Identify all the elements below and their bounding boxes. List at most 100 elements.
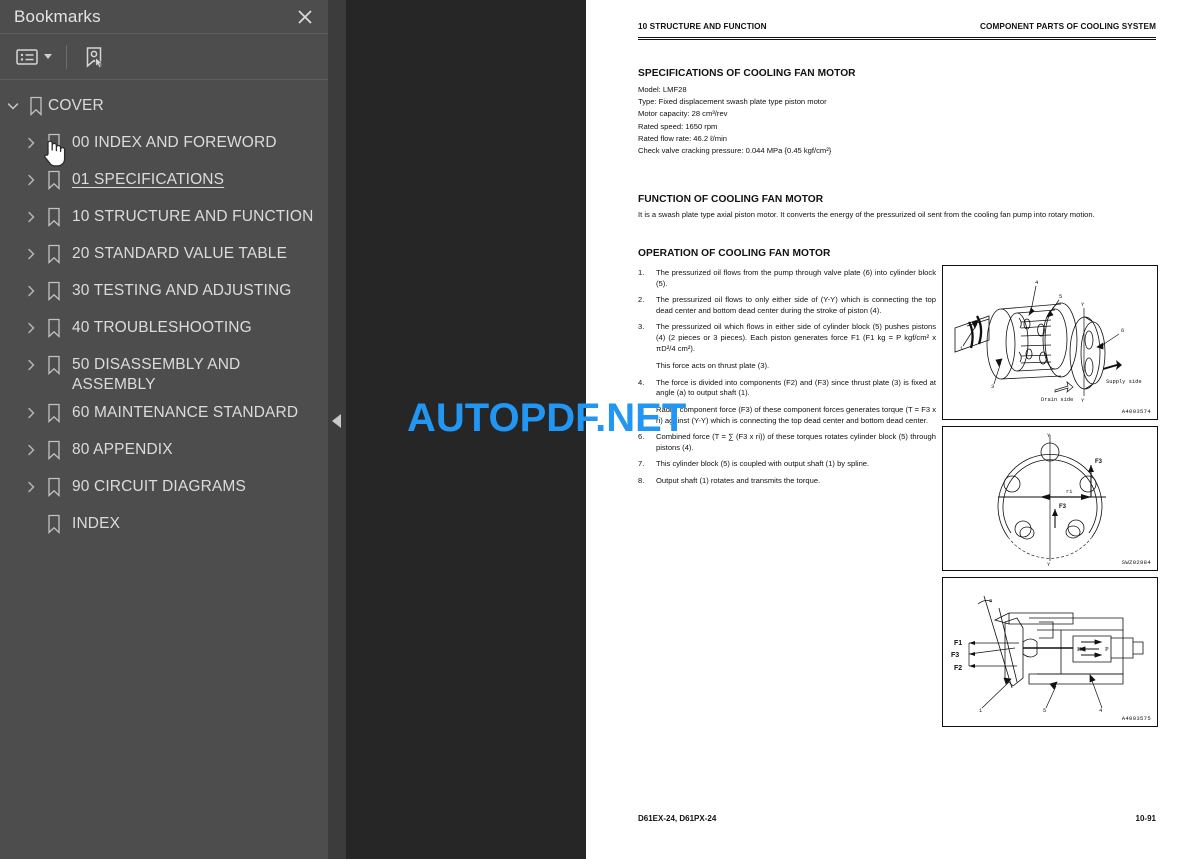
bookmarks-toolbar — [0, 34, 328, 80]
bookmark-label: 80 APPENDIX — [72, 441, 173, 458]
operation-item-text: The pressurized oil flows from the pump … — [656, 268, 936, 288]
bookmark-icon[interactable] — [24, 88, 48, 124]
chevron-right-icon[interactable] — [20, 395, 42, 431]
chevron-right-icon[interactable] — [20, 162, 42, 198]
bookmark-icon[interactable] — [42, 347, 66, 383]
bookmark-icon[interactable] — [42, 506, 66, 542]
bookmark-item[interactable]: 10 STRUCTURE AND FUNCTION — [0, 199, 328, 236]
running-head-right: COMPONENT PARTS OF COOLING SYSTEM — [980, 22, 1156, 31]
bookmark-item[interactable]: 80 APPENDIX — [0, 432, 328, 469]
running-head: 10 STRUCTURE AND FUNCTION COMPONENT PART… — [638, 22, 1156, 31]
svg-text:4: 4 — [1099, 708, 1102, 714]
bookmark-icon[interactable] — [42, 236, 66, 272]
bookmark-label: 30 TESTING AND ADJUSTING — [72, 282, 292, 299]
bookmark-item[interactable]: INDEX — [0, 506, 328, 543]
specification-line: Motor capacity: 28 cm³/rev — [638, 109, 728, 119]
svg-text:3: 3 — [991, 384, 994, 390]
bookmark-icon[interactable] — [42, 395, 66, 431]
operation-item-text: Output shaft (1) rotates and transmits t… — [656, 475, 821, 485]
operation-item-number: 4. — [638, 377, 645, 387]
chevron-right-icon[interactable] — [20, 273, 42, 309]
bookmark-icon[interactable] — [42, 432, 66, 468]
bookmark-label: INDEX — [72, 515, 121, 532]
operation-item-text-wrap: This cylinder block (5) is coupled with … — [656, 459, 936, 470]
figure-code: A4003575 — [1121, 715, 1151, 722]
list-options-icon[interactable] — [14, 44, 54, 70]
bookmark-icon[interactable] — [42, 310, 66, 346]
operation-item-text-wrap: Radial component force (F3) of these com… — [656, 405, 936, 426]
running-head-rule — [638, 37, 1156, 40]
bookmark-item[interactable]: 20 STANDARD VALUE TABLE — [0, 236, 328, 273]
bookmark-item[interactable]: 40 TROUBLESHOOTING — [0, 310, 328, 347]
operation-section: OPERATION OF COOLING FAN MOTOR — [638, 248, 928, 264]
chevron-right-icon[interactable] — [20, 347, 42, 383]
specifications-list: Model: LMF28 Type: Fixed displacement swa… — [638, 84, 928, 157]
bookmark-icon[interactable] — [42, 199, 66, 235]
operation-item-text: The pressurized oil flows to only either… — [656, 295, 936, 315]
bookmark-icon[interactable] — [42, 273, 66, 309]
chevron-down-icon[interactable] — [44, 54, 52, 59]
sidebar-splitter[interactable] — [328, 0, 346, 859]
operation-item: 8. Output shaft (1) rotates and transmits… — [638, 476, 936, 487]
bookmark-item[interactable]: 60 MAINTENANCE STANDARD — [0, 395, 328, 432]
function-paragraph: It is a swash plate type axial piston mo… — [638, 210, 1095, 219]
operation-item-number: 1. — [638, 268, 645, 277]
specifications-heading: SPECIFICATIONS OF COOLING FAN MOTOR — [638, 68, 856, 79]
svg-text:4: 4 — [1035, 280, 1038, 286]
bookmark-icon[interactable] — [42, 469, 66, 505]
bookmark-item[interactable]: 90 CIRCUIT DIAGRAMS — [0, 469, 328, 506]
operation-item-text: Radial component force (F3) of these com… — [656, 404, 936, 425]
specifications-section: SPECIFICATIONS OF COOLING FAN MOTOR Mode… — [638, 68, 928, 157]
operation-item-text: Combined force (T = ∑ (F3 x ri)) of thes… — [656, 432, 936, 452]
operation-item-number: 5. — [638, 404, 645, 414]
operation-item-text-wrap: The pressurized oil which flows in eithe… — [656, 322, 936, 371]
bookmark-label: 00 INDEX AND FOREWORD — [72, 134, 277, 151]
operation-item-text: This cylinder block (5) is coupled with … — [656, 459, 870, 469]
operation-item-number: 6. — [638, 432, 645, 442]
operation-item-number: 7. — [638, 459, 645, 469]
bookmark-label: 90 CIRCUIT DIAGRAMS — [72, 478, 246, 495]
bookmark-label: 01 SPECIFICATIONS — [72, 171, 225, 188]
bookmark-item[interactable]: COVER — [0, 88, 328, 125]
bookmark-item[interactable]: 30 TESTING AND ADJUSTING — [0, 273, 328, 310]
chevron-right-icon[interactable] — [20, 432, 42, 468]
svg-text:1: 1 — [979, 708, 982, 714]
bookmarks-panel-title: Bookmarks — [14, 6, 101, 26]
collapse-sidebar-icon[interactable] — [332, 414, 341, 428]
bookmark-icon[interactable] — [42, 125, 66, 161]
toolbar-divider — [66, 44, 67, 69]
chevron-right-icon[interactable] — [20, 125, 42, 161]
pdf-page-viewport[interactable]: 10 STRUCTURE AND FUNCTION COMPONENT PART… — [346, 0, 1200, 859]
chevron-right-icon[interactable] — [20, 469, 42, 505]
pdf-viewer-window: Bookmarks COVER 00 INDEX AND FOREWORD 01… — [0, 0, 1200, 859]
operation-heading: OPERATION OF COOLING FAN MOTOR — [638, 248, 831, 259]
bookmark-icon[interactable] — [42, 162, 66, 198]
svg-text:P: P — [1105, 646, 1109, 653]
chevron-right-icon[interactable] — [20, 236, 42, 272]
svg-text:1: 1 — [960, 346, 963, 352]
bookmarks-tree: COVER 00 INDEX AND FOREWORD 01 SPECIFICATI… — [0, 80, 328, 543]
svg-text:Y: Y — [1081, 398, 1085, 404]
chevron-right-icon[interactable] — [20, 199, 42, 235]
select-bookmark-icon[interactable] — [81, 44, 107, 70]
operation-item-text-wrap: The pressurized oil flows from the pump … — [656, 268, 936, 289]
svg-text:ri: ri — [1066, 489, 1072, 495]
footer-page-number: 10-91 — [1135, 814, 1156, 823]
operation-item-number: 8. — [638, 475, 645, 485]
running-head-left: 10 STRUCTURE AND FUNCTION — [638, 22, 767, 31]
chevron-right-icon[interactable] — [20, 310, 42, 346]
svg-text:a: a — [989, 598, 993, 604]
specification-line: Check valve cracking pressure: 0.044 MPa… — [638, 146, 832, 156]
operation-item: 5. Radial component force (F3) of these c… — [638, 405, 936, 426]
svg-text:D: D — [1077, 646, 1082, 653]
bookmark-item[interactable]: 50 DISASSEMBLY AND ASSEMBLY — [0, 347, 328, 395]
bookmark-item[interactable]: 00 INDEX AND FOREWORD — [0, 125, 328, 167]
chevron-down-icon[interactable] — [2, 88, 24, 124]
close-icon[interactable] — [294, 6, 316, 28]
svg-text:Y: Y — [1047, 562, 1051, 568]
bookmark-item[interactable]: 01 SPECIFICATIONS — [0, 162, 328, 199]
svg-text:5: 5 — [1059, 294, 1062, 300]
operation-item: 2. The pressurized oil flows to only eith… — [638, 295, 936, 316]
svg-text:F3: F3 — [1059, 504, 1067, 510]
bookmarks-sidebar: Bookmarks COVER 00 INDEX AND FOREWORD 01… — [0, 0, 328, 859]
